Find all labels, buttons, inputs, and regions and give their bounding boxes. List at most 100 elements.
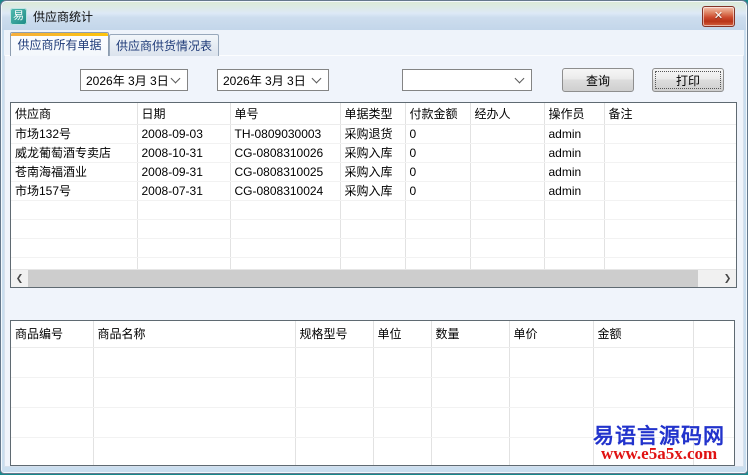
table-row [11,377,734,408]
table-row [11,200,736,220]
supplier-filter-combobox[interactable] [402,69,532,91]
table-cell [295,407,374,438]
close-icon: ✕ [713,10,724,22]
table-cell [544,219,605,239]
column-header[interactable]: 商品名称 [93,321,296,348]
table-cell [593,347,694,378]
table-cell [470,238,545,258]
table-cell: 采购入库 [340,162,406,182]
table-cell [509,437,594,465]
table-cell [405,219,471,239]
table-cell [11,407,94,438]
table-cell: 0 [405,181,471,201]
table-cell [11,238,138,258]
horizontal-scrollbar[interactable]: ❮ ❯ [11,269,736,287]
column-header[interactable]: 规格型号 [295,321,374,348]
scrollbar-thumb[interactable] [28,270,698,287]
table-cell [431,407,510,438]
column-header[interactable]: 单号 [230,103,341,125]
table-cell [470,143,545,163]
column-header[interactable]: 单价 [509,321,594,348]
table-cell [431,377,510,408]
tab-supplier-bills[interactable]: 供应商所有单据 [10,32,109,56]
table-cell: 采购入库 [340,143,406,163]
table-cell: 市场157号 [11,181,138,201]
table-row[interactable]: 苍南海福酒业 2008-09-31 CG-0808310025 采购入库 0 admin [11,162,736,182]
table-cell [509,347,594,378]
table-cell [470,200,545,220]
table-cell: CG-0808310026 [230,143,341,163]
table-cell [604,200,736,220]
table-cell [137,200,231,220]
window-title: 供应商统计 [33,9,94,24]
column-header[interactable]: 商品编号 [11,321,94,348]
date-to-value: 2026年 3月 3日 [223,73,306,88]
table-cell [604,181,736,201]
table-cell [11,200,138,220]
table-cell: 0 [405,143,471,163]
watermark-site-url: www.e5a5x.com [601,444,718,463]
chevron-down-icon [311,73,322,84]
date-from-picker[interactable]: 2026年 3月 3日 [80,69,188,91]
tab-label: 供应商供货情况表 [115,39,212,53]
date-to-picker[interactable]: 2026年 3月 3日 [217,69,329,91]
table-cell [295,377,374,408]
print-button[interactable]: 打印 [652,68,724,92]
table-cell [93,437,296,465]
table-row[interactable]: 市场157号 2008-07-31 CG-0808310024 采购入库 0 admin [11,181,736,201]
table-cell [604,238,736,258]
table-cell: CG-0808310024 [230,181,341,201]
column-header[interactable]: 数量 [431,321,510,348]
table-row [11,219,736,239]
table-cell [137,238,231,258]
table-cell: admin [544,143,605,163]
table-cell [693,347,734,378]
table-row [11,238,736,258]
close-button[interactable]: ✕ [702,6,735,27]
table-cell [405,238,471,258]
table-cell: TH-0809030003 [230,124,341,144]
column-header[interactable]: 供应商 [11,103,138,125]
column-header[interactable]: 日期 [137,103,231,125]
table-cell: 2008-10-31 [137,143,231,163]
table-cell: 2008-07-31 [137,181,231,201]
table-cell: admin [544,124,605,144]
table-cell [544,200,605,220]
scroll-right-icon[interactable]: ❯ [719,270,736,287]
table-cell [593,377,694,408]
column-header[interactable]: 金额 [593,321,694,348]
column-header[interactable] [693,321,734,348]
table-cell [509,407,594,438]
tab-supplier-goods[interactable]: 供应商供货情况表 [109,34,219,56]
title-bar[interactable]: 易 供应商统计 ✕ [2,2,746,30]
scroll-left-icon[interactable]: ❮ [11,270,28,287]
column-header[interactable]: 操作员 [544,103,605,125]
table-cell [340,238,406,258]
table-cell [11,377,94,408]
table-cell [373,377,432,408]
column-header[interactable]: 单位 [373,321,432,348]
column-header[interactable]: 备注 [604,103,736,125]
column-header[interactable]: 付款金额 [405,103,471,125]
column-header[interactable]: 单据类型 [340,103,406,125]
table-cell [373,437,432,465]
table-cell [604,124,736,144]
table-cell: 采购入库 [340,181,406,201]
table-cell [470,124,545,144]
tab-page: 2026年 3月 3日 2026年 3月 3日 查询 打印 供应商 日期 单号 单据类… [4,55,744,467]
table-cell: 苍南海福酒业 [11,162,138,182]
query-button[interactable]: 查询 [562,68,634,92]
table-row [11,347,734,378]
table-row[interactable]: 威龙葡萄酒专卖店 2008-10-31 CG-0808310026 采购入库 0 admi… [11,143,736,163]
table-cell [509,377,594,408]
column-header[interactable]: 经办人 [470,103,545,125]
table-cell [470,181,545,201]
chevron-down-icon [514,73,525,84]
table-cell [604,143,736,163]
table-row[interactable]: 市场132号 2008-09-03 TH-0809030003 采购退货 0 admin [11,124,736,144]
table-cell: 威龙葡萄酒专卖店 [11,143,138,163]
table-cell: 0 [405,162,471,182]
query-button-label: 查询 [585,73,610,88]
table-cell [230,238,341,258]
table-cell [373,407,432,438]
